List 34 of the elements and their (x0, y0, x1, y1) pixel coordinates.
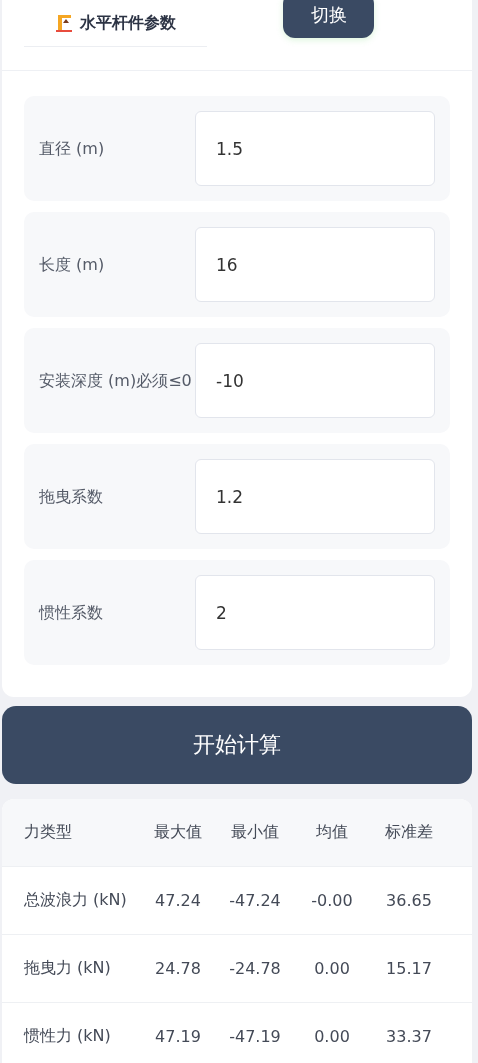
table-cell-text: 15.17 (385, 959, 433, 978)
section-title: 水平杆件参数 (79, 12, 176, 34)
table-cell-text: 47.19 (154, 1027, 202, 1046)
field-label: 惯性系数 (39, 601, 104, 624)
field-label: 安装深度 (m)必须≤0 (39, 369, 193, 392)
column-header: 标准差 (384, 822, 434, 843)
table-cell-text: -24.78 (228, 959, 282, 978)
field-label: 拖曳系数 (39, 485, 104, 508)
column-header: 力类型 (23, 822, 73, 843)
input-field[interactable]: 16 (195, 227, 435, 302)
field-label: 长度 (m) (39, 253, 106, 276)
table-cell-text: 0.00 (313, 1027, 351, 1046)
input-field[interactable]: -10 (195, 343, 435, 418)
table-cell-text: 24.78 (154, 959, 202, 978)
input-field[interactable]: 1.5 (195, 111, 435, 186)
table-cell-text: -47.24 (228, 891, 282, 910)
table-cell-text: 拖曳力 (kN) (23, 958, 112, 979)
table-cell-text: -47.19 (228, 1027, 282, 1046)
input-field[interactable]: 1.2 (195, 459, 435, 534)
calculate-button[interactable]: 开始计算 (2, 706, 472, 784)
column-header: 最大值 (153, 822, 203, 843)
table-cell-text: 惯性力 (kN) (22, 1026, 112, 1047)
crane-icon (55, 14, 72, 32)
switch-button[interactable]: 切换 (283, 0, 374, 38)
input-field[interactable]: 2 (195, 575, 435, 650)
field-label: 直径 (m) (39, 137, 106, 160)
table-cell-text: -0.00 (310, 891, 354, 910)
table-cell-text: 0.00 (313, 959, 351, 978)
table-cell-text: 36.65 (385, 891, 433, 910)
table-cell-text: 47.24 (154, 891, 202, 910)
column-header: 均值 (315, 822, 349, 843)
table-cell-text: 总波浪力 (kN) (23, 890, 128, 911)
table-cell-text: 33.37 (385, 1027, 433, 1046)
column-header: 最小值 (230, 822, 280, 843)
